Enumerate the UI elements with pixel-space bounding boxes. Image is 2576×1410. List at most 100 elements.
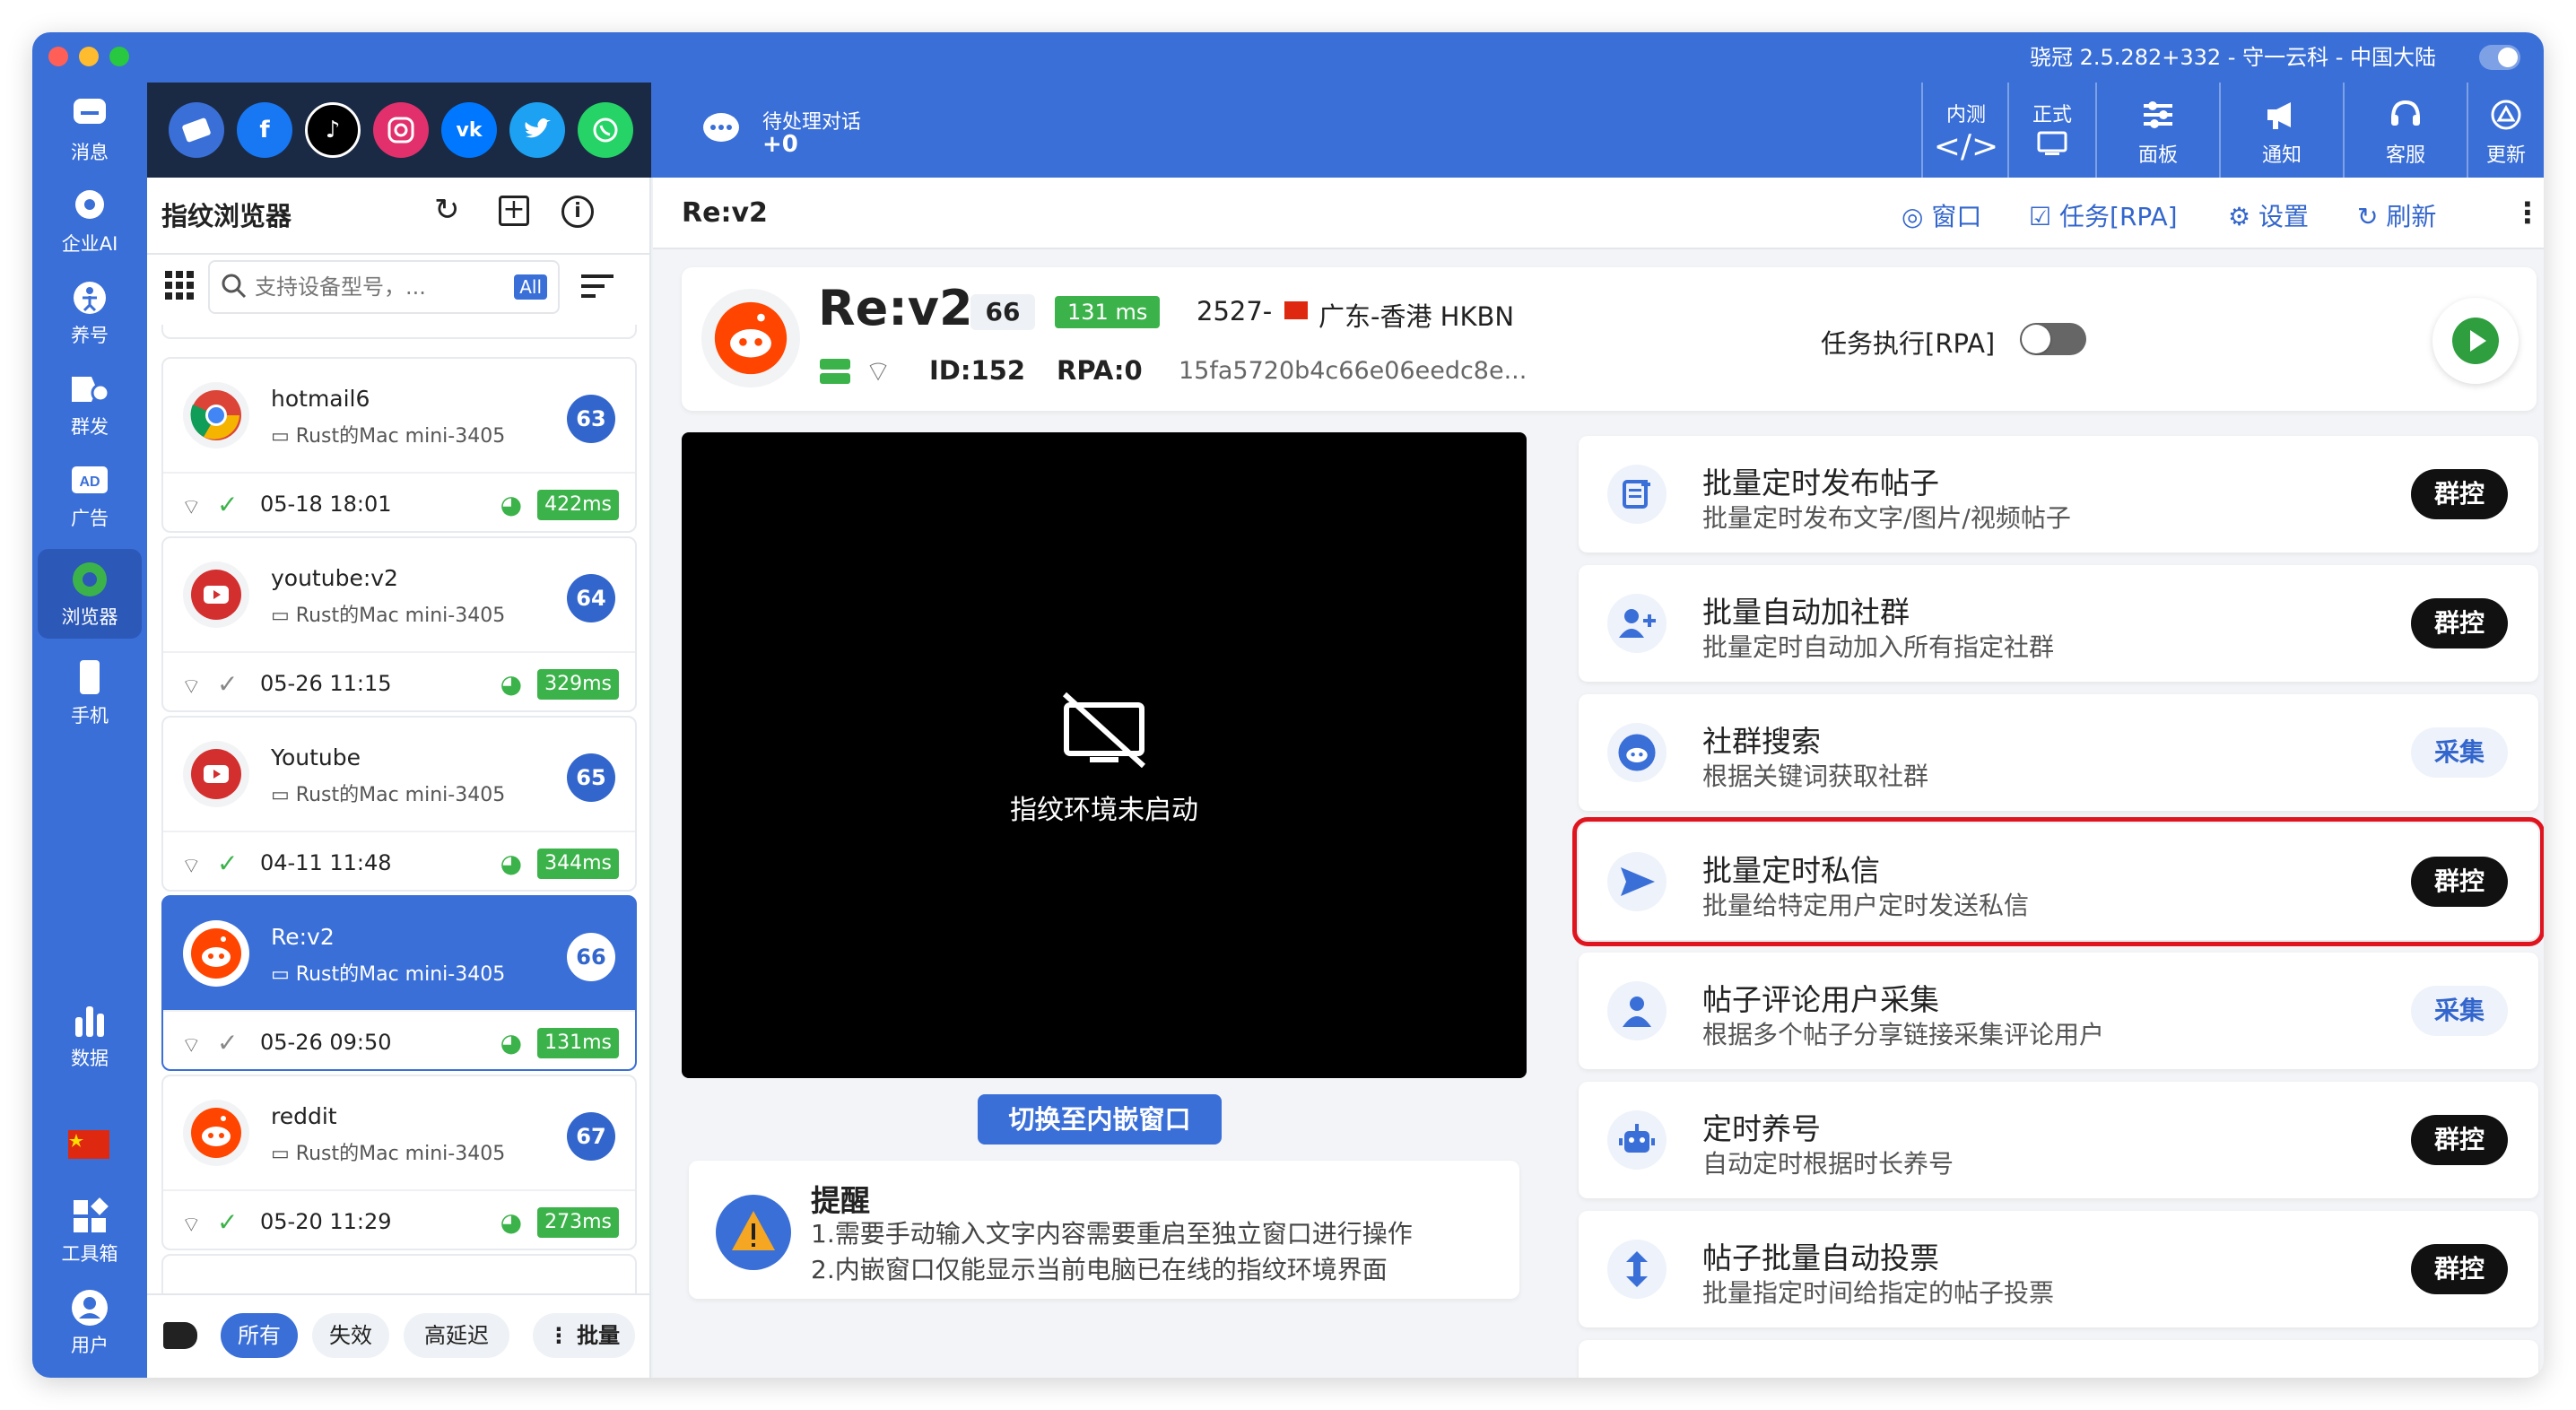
group-control-button[interactable]: 群控 bbox=[2411, 1115, 2508, 1165]
china-flag-icon[interactable] bbox=[68, 1130, 109, 1159]
group-control-button[interactable]: 群控 bbox=[2411, 598, 2508, 648]
more-icon[interactable]: ⋮ bbox=[2513, 196, 2542, 230]
filter-high-latency[interactable]: 高延迟 bbox=[404, 1313, 509, 1358]
group-control-button[interactable]: 群控 bbox=[2411, 1244, 2508, 1294]
refresh-action[interactable]: ↻ 刷新 bbox=[2357, 197, 2436, 233]
task-card-comment-users[interactable]: 帖子评论用户采集 根据多个帖子分享链接采集评论用户 采集 bbox=[1579, 953, 2538, 1069]
search-filter-badge[interactable]: All bbox=[514, 274, 547, 300]
release-button[interactable]: 正式 bbox=[2016, 83, 2088, 178]
play-button[interactable] bbox=[2432, 298, 2519, 384]
reddit-icon bbox=[1607, 723, 1667, 782]
collect-button[interactable]: 采集 bbox=[2411, 986, 2508, 1036]
task-card-vote[interactable]: 帖子批量自动投票 批量指定时间给指定的帖子投票 群控 bbox=[1579, 1211, 2538, 1327]
tag-icon[interactable] bbox=[163, 1322, 197, 1349]
list-item[interactable]: hotmail6 ▭ Rust的Mac mini-3405 63 ⌔ ✓ 05-… bbox=[161, 357, 637, 533]
grid-icon[interactable] bbox=[165, 271, 194, 303]
list-item[interactable] bbox=[161, 325, 637, 339]
panel-label: 面板 bbox=[2137, 144, 2178, 167]
task-card-nurture[interactable]: 定时养号 自动定时根据时长养号 群控 bbox=[1579, 1082, 2538, 1198]
toolbox-icon bbox=[68, 1197, 111, 1236]
nav-item-phone[interactable]: 手机 bbox=[38, 648, 142, 737]
list-item[interactable]: reddit ▭ Rust的Mac mini-3405 67 ⌔ ✓ 05-20… bbox=[161, 1075, 637, 1250]
task-card-join-groups[interactable]: 批量自动加社群 批量定时自动加入所有指定社群 群控 bbox=[1579, 565, 2538, 682]
last-active: 05-18 18:01 bbox=[260, 492, 392, 517]
rpa-task-label: 任务[RPA] bbox=[2059, 202, 2178, 231]
info-icon[interactable]: i bbox=[561, 196, 594, 228]
nav-item-ads[interactable]: AD 广告 bbox=[38, 450, 142, 540]
latency-badge: 131 ms bbox=[1055, 296, 1161, 328]
embedded-window[interactable]: 指纹环境未启动 bbox=[682, 432, 1527, 1078]
search-box[interactable]: All bbox=[208, 260, 560, 314]
search-input[interactable] bbox=[255, 271, 497, 303]
list-item-selected[interactable]: Re:v2 ▭ Rust的Mac mini-3405 66 ⌔ ✓ 05-26 … bbox=[161, 895, 637, 1071]
rpa-task-action[interactable]: ☑ 任务[RPA] bbox=[2029, 197, 2178, 233]
task-card-scheduled-dm[interactable]: 批量定时私信 批量给特定用户定时发送私信 群控 bbox=[1572, 817, 2544, 946]
instagram-icon[interactable] bbox=[373, 102, 429, 158]
sort-icon[interactable] bbox=[581, 273, 614, 303]
robot-icon bbox=[1607, 1110, 1667, 1170]
close-window-button[interactable] bbox=[48, 47, 68, 66]
support-button[interactable]: 客服 bbox=[2352, 83, 2459, 178]
group-control-button[interactable]: 群控 bbox=[2411, 469, 2508, 519]
task-card-scheduled-post[interactable]: 批量定时发布帖子 批量定时发布文字/图片/视频帖子 群控 bbox=[1579, 436, 2538, 553]
device-label: ▭ Rust的Mac mini-3405 bbox=[271, 425, 506, 448]
latency-badge: 329ms bbox=[537, 669, 619, 700]
update-button[interactable]: 更新 bbox=[2472, 83, 2540, 178]
switch-embedded-button[interactable]: 切换至内嵌窗口 bbox=[978, 1094, 1222, 1145]
device-label: ▭ Rust的Mac mini-3405 bbox=[271, 963, 506, 986]
task-title: 批量定时私信 bbox=[1702, 853, 1880, 888]
profile-number: 63 bbox=[567, 395, 615, 443]
notify-button[interactable]: 通知 bbox=[2228, 83, 2336, 178]
vk-icon[interactable]: vk bbox=[441, 102, 497, 158]
panel-button[interactable]: 面板 bbox=[2104, 83, 2212, 178]
nav-label: 广告 bbox=[71, 508, 109, 529]
wifi-icon: ⌔ bbox=[181, 1212, 202, 1237]
list-item[interactable]: Youtube ▭ Rust的Mac mini-3405 65 ⌔ ✓ 04-1… bbox=[161, 716, 637, 892]
group-control-button[interactable]: 群控 bbox=[2411, 857, 2508, 907]
facebook-icon[interactable]: f bbox=[237, 102, 292, 158]
task-title: 批量定时发布帖子 bbox=[1702, 466, 1939, 500]
reddit-icon bbox=[183, 920, 249, 987]
add-icon[interactable]: + bbox=[499, 196, 529, 226]
settings-action[interactable]: ⚙ 设置 bbox=[2228, 197, 2309, 233]
window-action[interactable]: ◎ 窗口 bbox=[1902, 197, 1981, 233]
nav-item-data[interactable]: 数据 bbox=[38, 990, 142, 1080]
refresh-icon[interactable]: ↻ bbox=[434, 192, 460, 228]
nav-item-ai[interactable]: 企业AI bbox=[38, 176, 142, 265]
youtube-icon bbox=[183, 561, 249, 628]
task-card-group-search[interactable]: 社群搜索 根据关键词获取社群 采集 bbox=[1579, 694, 2538, 811]
nav-item-messages[interactable]: 消息 bbox=[38, 84, 142, 174]
whatsapp-icon[interactable] bbox=[578, 102, 633, 158]
nav-item-nurture[interactable]: 养号 bbox=[38, 267, 142, 357]
task-desc: 批量定时发布文字/图片/视频帖子 bbox=[1702, 503, 2071, 533]
nav-item-browser[interactable]: 浏览器 bbox=[38, 549, 142, 639]
nav-item-toolbox[interactable]: 工具箱 bbox=[38, 1186, 142, 1275]
filter-invalid[interactable]: 失效 bbox=[312, 1313, 389, 1358]
task-card-more[interactable] bbox=[1579, 1340, 2538, 1378]
profile-icon[interactable] bbox=[169, 102, 224, 158]
filter-all[interactable]: 所有 bbox=[221, 1313, 298, 1358]
twitter-icon[interactable] bbox=[509, 102, 565, 158]
minimize-window-button[interactable] bbox=[79, 47, 99, 66]
task-desc: 批量给特定用户定时发送私信 bbox=[1702, 891, 2030, 920]
list-item[interactable]: youtube:v2 ▭ Rust的Mac mini-3405 64 ⌔ ✓ 0… bbox=[161, 536, 637, 712]
rpa-toggle[interactable] bbox=[2020, 323, 2086, 355]
tiktok-icon[interactable]: ♪ bbox=[305, 102, 361, 158]
zoom-window-button[interactable] bbox=[109, 47, 129, 66]
collect-button[interactable]: 采集 bbox=[2411, 727, 2508, 778]
region: 广东-香港 HKBN bbox=[1318, 301, 1515, 332]
batch-button[interactable]: ⋮ 批量 bbox=[533, 1313, 635, 1358]
task-title: 批量自动加社群 bbox=[1702, 595, 1910, 630]
left-nav: 消息 企业AI 养号 群发 AD 广告 浏览器 手机 数据 工具箱 用户 bbox=[32, 83, 147, 1378]
nav-item-user[interactable]: 用户 bbox=[38, 1277, 142, 1367]
reddit-icon bbox=[701, 289, 800, 387]
list-item[interactable] bbox=[161, 1254, 637, 1293]
last-active: 05-26 11:15 bbox=[260, 671, 392, 696]
title-toggle[interactable] bbox=[2479, 45, 2520, 70]
pending-count: +0 bbox=[762, 131, 798, 158]
profile-id: ID:152 bbox=[929, 355, 1025, 386]
beta-button[interactable]: 内测 </> bbox=[1930, 83, 2002, 178]
profile-hash: 15fa5720b4c66e06eedc8e... bbox=[1179, 357, 1527, 385]
nav-label: 群发 bbox=[71, 416, 109, 438]
nav-item-broadcast[interactable]: 群发 bbox=[38, 359, 142, 448]
